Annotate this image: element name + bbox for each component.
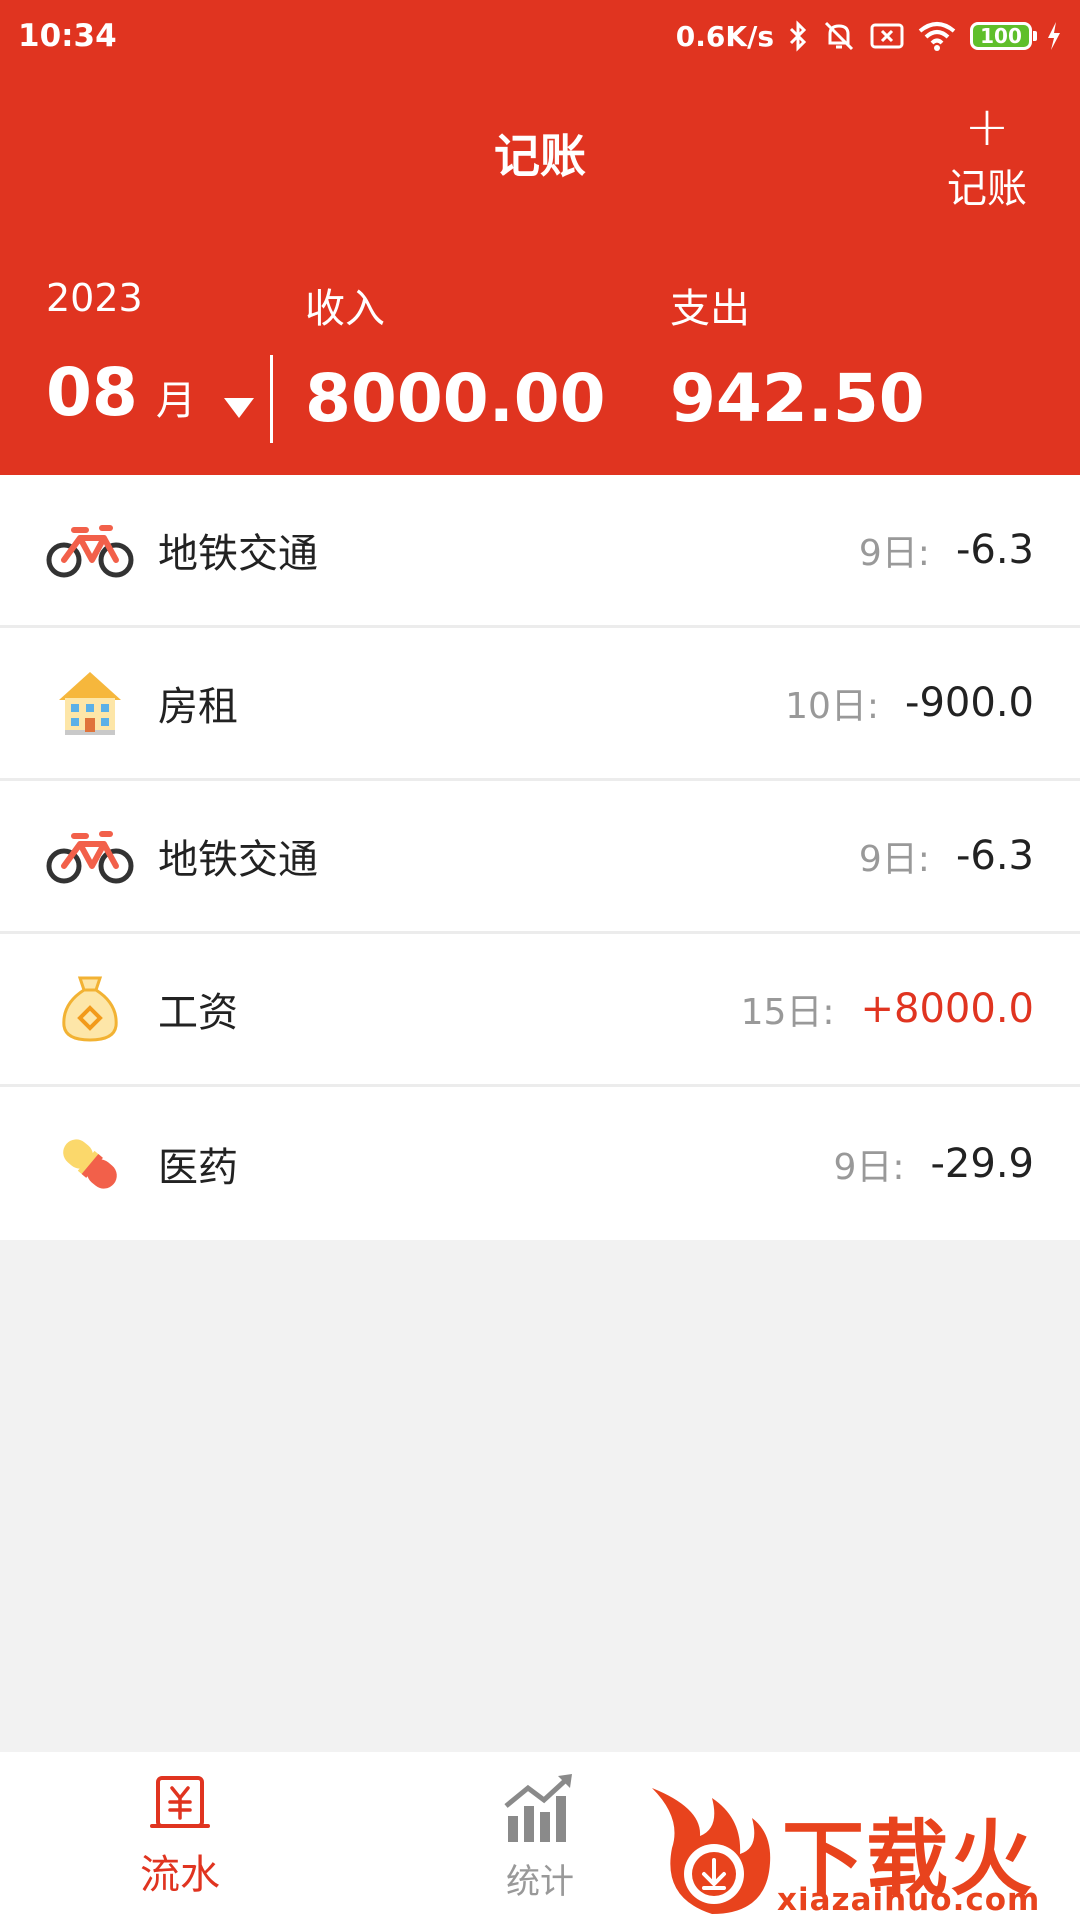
bluetooth-icon	[788, 20, 808, 52]
bicycle-icon	[44, 810, 136, 902]
tab-stats-label: 统计	[506, 1862, 574, 1902]
status-time: 10:34	[18, 18, 117, 54]
money-bag-icon	[44, 963, 136, 1055]
app-header: 10:34 0.6K/s 100 记账 + 记账 2023 08 月 收入 80…	[0, 0, 1080, 475]
record-amount: -6.3	[955, 527, 1034, 573]
mute-bell-icon	[822, 19, 856, 53]
record-category: 房租	[158, 684, 238, 730]
sim-card-icon	[870, 22, 904, 50]
net-speed: 0.6K/s	[675, 19, 774, 53]
list-item[interactable]: 工资 15日: +8000.0	[0, 934, 1080, 1087]
tab-stats[interactable]: 统计	[440, 1770, 640, 1903]
record-amount: -29.9	[930, 1140, 1035, 1187]
record-date: 15日:	[740, 992, 835, 1033]
list-item[interactable]: 地铁交通 9日: -6.3	[0, 781, 1080, 934]
list-item[interactable]: 地铁交通 9日: -6.3	[0, 475, 1080, 628]
tab-flow[interactable]: 流水	[80, 1770, 280, 1900]
plus-icon: +	[964, 95, 1010, 158]
record-category: 地铁交通	[158, 837, 318, 883]
record-date: 9日:	[833, 1146, 905, 1188]
watermark: 下载火 xiazaihuo.com	[642, 1778, 1072, 1920]
house-icon	[44, 657, 136, 749]
page-title: 记账	[494, 129, 586, 183]
record-category: 地铁交通	[158, 531, 318, 577]
record-list: 地铁交通 9日: -6.3 房租 10日: -900.0 地铁交通 9日: -6…	[0, 475, 1080, 1240]
record-amount: -6.3	[955, 833, 1034, 879]
record-date: 9日:	[858, 839, 930, 880]
caret-down-icon	[223, 398, 254, 418]
record-amount: +8000.0	[860, 986, 1034, 1032]
bar-chart-icon	[502, 1774, 578, 1850]
wifi-icon	[918, 21, 956, 51]
scroll-ledger-icon	[148, 1776, 212, 1838]
header-divider	[270, 355, 273, 443]
record-category: 工资	[158, 990, 238, 1036]
pill-icon	[44, 1118, 136, 1210]
watermark-url: xiazaihuo.com	[777, 1882, 1041, 1918]
record-date: 9日:	[858, 533, 930, 574]
status-icons: 0.6K/s 100	[676, 19, 1062, 53]
year-label: 2023	[46, 276, 143, 320]
record-date: 10日:	[785, 686, 880, 727]
record-amount: -900.0	[905, 680, 1034, 726]
month-selector[interactable]: 08 月	[46, 360, 254, 426]
month-unit: 月	[155, 378, 196, 424]
battery-icon: 100	[970, 22, 1037, 50]
list-item[interactable]: 房租 10日: -900.0	[0, 628, 1080, 781]
add-record-button[interactable]: + 记账	[939, 100, 1035, 214]
expense-label: 支出	[670, 286, 750, 332]
income-total: 8000.00	[305, 360, 606, 437]
status-bar: 10:34 0.6K/s 100	[0, 0, 1080, 72]
charging-icon	[1046, 21, 1062, 51]
add-record-label: 记账	[947, 166, 1027, 212]
month-value: 08	[46, 354, 138, 431]
list-item[interactable]: 医药 9日: -29.9	[0, 1087, 1080, 1240]
flame-logo-icon	[642, 1778, 777, 1920]
bicycle-icon	[44, 504, 136, 596]
income-label: 收入	[305, 286, 385, 332]
record-category: 医药	[158, 1144, 238, 1191]
tab-flow-label: 流水	[140, 1852, 220, 1898]
expense-total: 942.50	[670, 360, 925, 437]
